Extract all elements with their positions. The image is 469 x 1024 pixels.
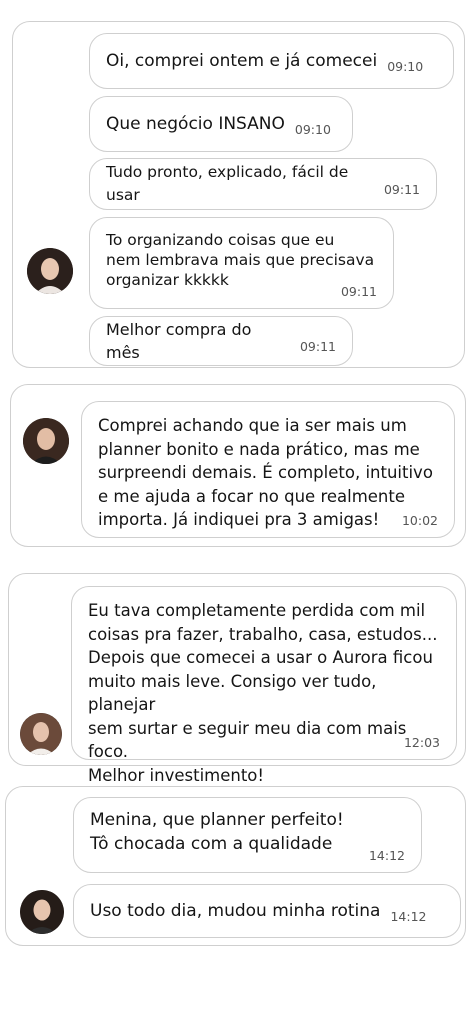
message-bubble: Comprei achando que ia ser mais um plann… (81, 401, 455, 538)
avatar (23, 418, 69, 464)
message-time: 09:11 (383, 181, 420, 197)
message-time: 09:11 (299, 338, 336, 354)
message-bubble: To organizando coisas que eu nem lembrav… (89, 217, 394, 309)
message-bubble: Uso todo dia, mudou minha rotina 14:12 (73, 884, 461, 938)
testimonial-card-1: Oi, comprei ontem e já comecei 09:10 Que… (12, 21, 465, 368)
message-time: 09:10 (387, 58, 424, 74)
testimonial-card-3: Eu tava completamente perdida com mil co… (8, 573, 466, 785)
message-bubble: Tudo pronto, explicado, fácil de usar 09… (89, 158, 437, 210)
message-time: 14:12 (368, 848, 405, 863)
message-time: 09:11 (340, 284, 377, 299)
message-bubble: Oi, comprei ontem e já comecei 09:10 (89, 33, 454, 89)
testimonial-card-4: Menina, que planner perfeito! Tô chocada… (5, 786, 466, 946)
message-time: 14:12 (390, 908, 427, 924)
message-text: Oi, comprei ontem e já comecei (106, 50, 378, 71)
avatar-photo-icon (27, 248, 73, 294)
message-text: Eu tava completamente perdida com mil co… (88, 601, 438, 785)
avatar-photo-icon (20, 713, 62, 755)
message-time: 09:10 (294, 121, 331, 137)
message-text: To organizando coisas que eu nem lembrav… (106, 231, 375, 289)
message-text: Tudo pronto, explicado, fácil de usar (106, 163, 349, 204)
message-text: Menina, que planner perfeito! Tô chocada… (90, 810, 344, 854)
testimonial-card-2: Comprei achando que ia ser mais um plann… (10, 384, 466, 547)
avatar (27, 248, 73, 294)
message-text: Uso todo dia, mudou minha rotina (90, 900, 381, 921)
message-text: Que negócio INSANO (106, 113, 285, 134)
message-bubble: Menina, que planner perfeito! Tô chocada… (73, 797, 422, 873)
message-bubble: Melhor compra do mês 09:11 (89, 316, 353, 366)
message-text: Melhor compra do mês (106, 320, 252, 362)
avatar (20, 890, 64, 934)
message-time: 12:03 (403, 735, 440, 750)
avatar-photo-icon (20, 890, 64, 934)
avatar (20, 713, 62, 755)
message-text: Comprei achando que ia ser mais um plann… (98, 416, 433, 529)
message-bubble: Eu tava completamente perdida com mil co… (71, 586, 457, 785)
message-time: 10:02 (401, 513, 438, 528)
avatar-photo-icon (23, 418, 69, 464)
message-bubble: Que negócio INSANO 09:10 (89, 96, 353, 152)
